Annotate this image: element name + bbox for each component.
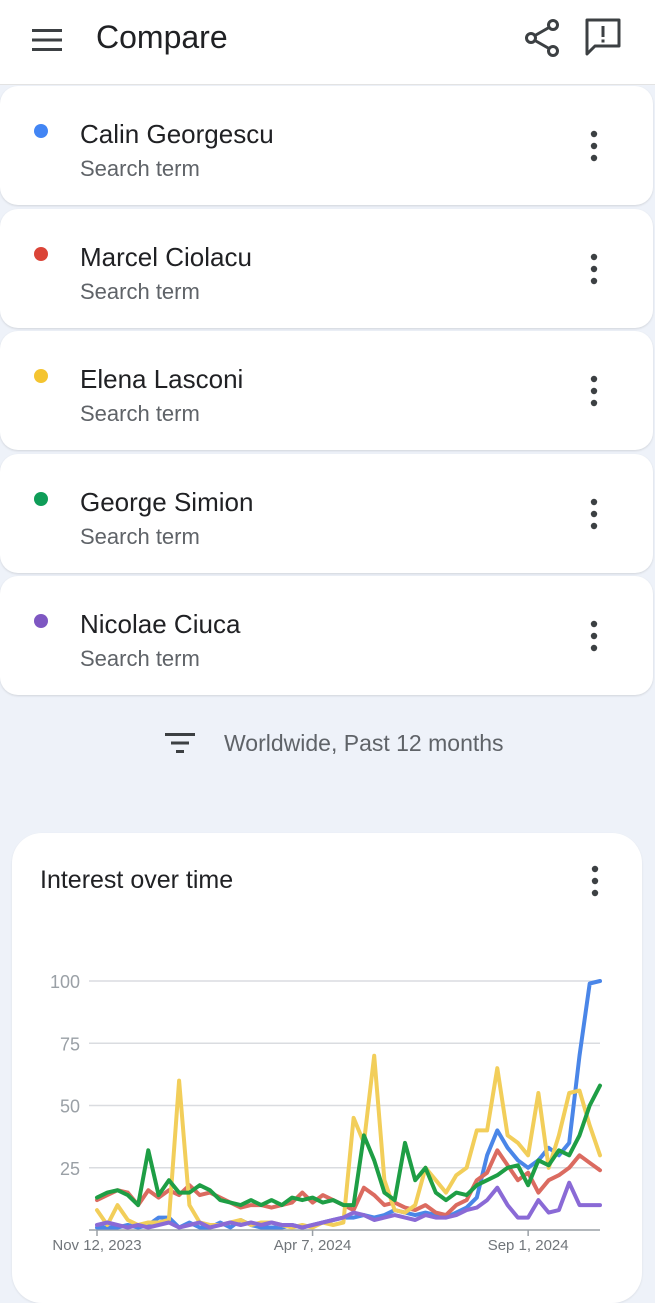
filter-icon[interactable]: [163, 730, 197, 756]
filter-label[interactable]: Worldwide, Past 12 months: [224, 730, 504, 757]
share-icon[interactable]: [522, 18, 562, 58]
more-vert-icon[interactable]: [582, 618, 606, 654]
series-color-dot: [34, 124, 48, 138]
term-card-4[interactable]: George Simion Search term: [0, 454, 653, 573]
more-vert-icon[interactable]: [582, 373, 606, 409]
interest-over-time-card: Interest over time 100 75 50 25 Nov 12, 2023…: [12, 833, 642, 1303]
app-bar: Compare: [0, 0, 655, 85]
filter-row[interactable]: Worldwide, Past 12 months: [0, 696, 655, 792]
more-vert-icon[interactable]: [582, 251, 606, 287]
term-type: Search term: [80, 156, 200, 181]
series-color-dot: [34, 614, 48, 628]
line-chart: 100 75 50 25 Nov 12, 2023 Apr 7, 2024 Sep 1, 2…: [50, 972, 602, 1254]
page-title: Compare: [96, 19, 228, 55]
y-tick-label: 25: [60, 1159, 80, 1179]
more-vert-icon[interactable]: [582, 496, 606, 532]
term-card-2[interactable]: Marcel Ciolacu Search term: [0, 209, 653, 328]
series-color-dot: [34, 369, 48, 383]
term-type: Search term: [80, 524, 200, 549]
y-tick-label: 100: [50, 972, 80, 992]
term-name: Calin Georgescu: [80, 119, 274, 149]
hamburger-menu-icon[interactable]: [30, 26, 64, 54]
more-vert-icon[interactable]: [582, 128, 606, 164]
term-name: Marcel Ciolacu: [80, 242, 252, 272]
term-name: George Simion: [80, 487, 254, 517]
term-type: Search term: [80, 279, 200, 304]
x-tick-label: Nov 12, 2023: [52, 1237, 141, 1254]
x-tick-label: Apr 7, 2024: [274, 1237, 352, 1254]
term-type: Search term: [80, 401, 200, 426]
y-tick-label: 50: [60, 1097, 80, 1117]
series-line-3: [95, 1053, 602, 1230]
term-card-1[interactable]: Calin Georgescu Search term: [0, 86, 653, 205]
term-name: Elena Lasconi: [80, 364, 244, 394]
term-card-3[interactable]: Elena Lasconi Search term: [0, 331, 653, 450]
term-card-5[interactable]: Nicolae Ciuca Search term: [0, 576, 653, 695]
term-name: Nicolae Ciuca: [80, 609, 241, 639]
y-tick-label: 75: [60, 1034, 80, 1054]
feedback-icon[interactable]: [582, 16, 624, 58]
series-color-dot: [34, 492, 48, 506]
series-color-dot: [34, 247, 48, 261]
term-type: Search term: [80, 646, 200, 671]
x-tick-label: Sep 1, 2024: [488, 1237, 569, 1254]
